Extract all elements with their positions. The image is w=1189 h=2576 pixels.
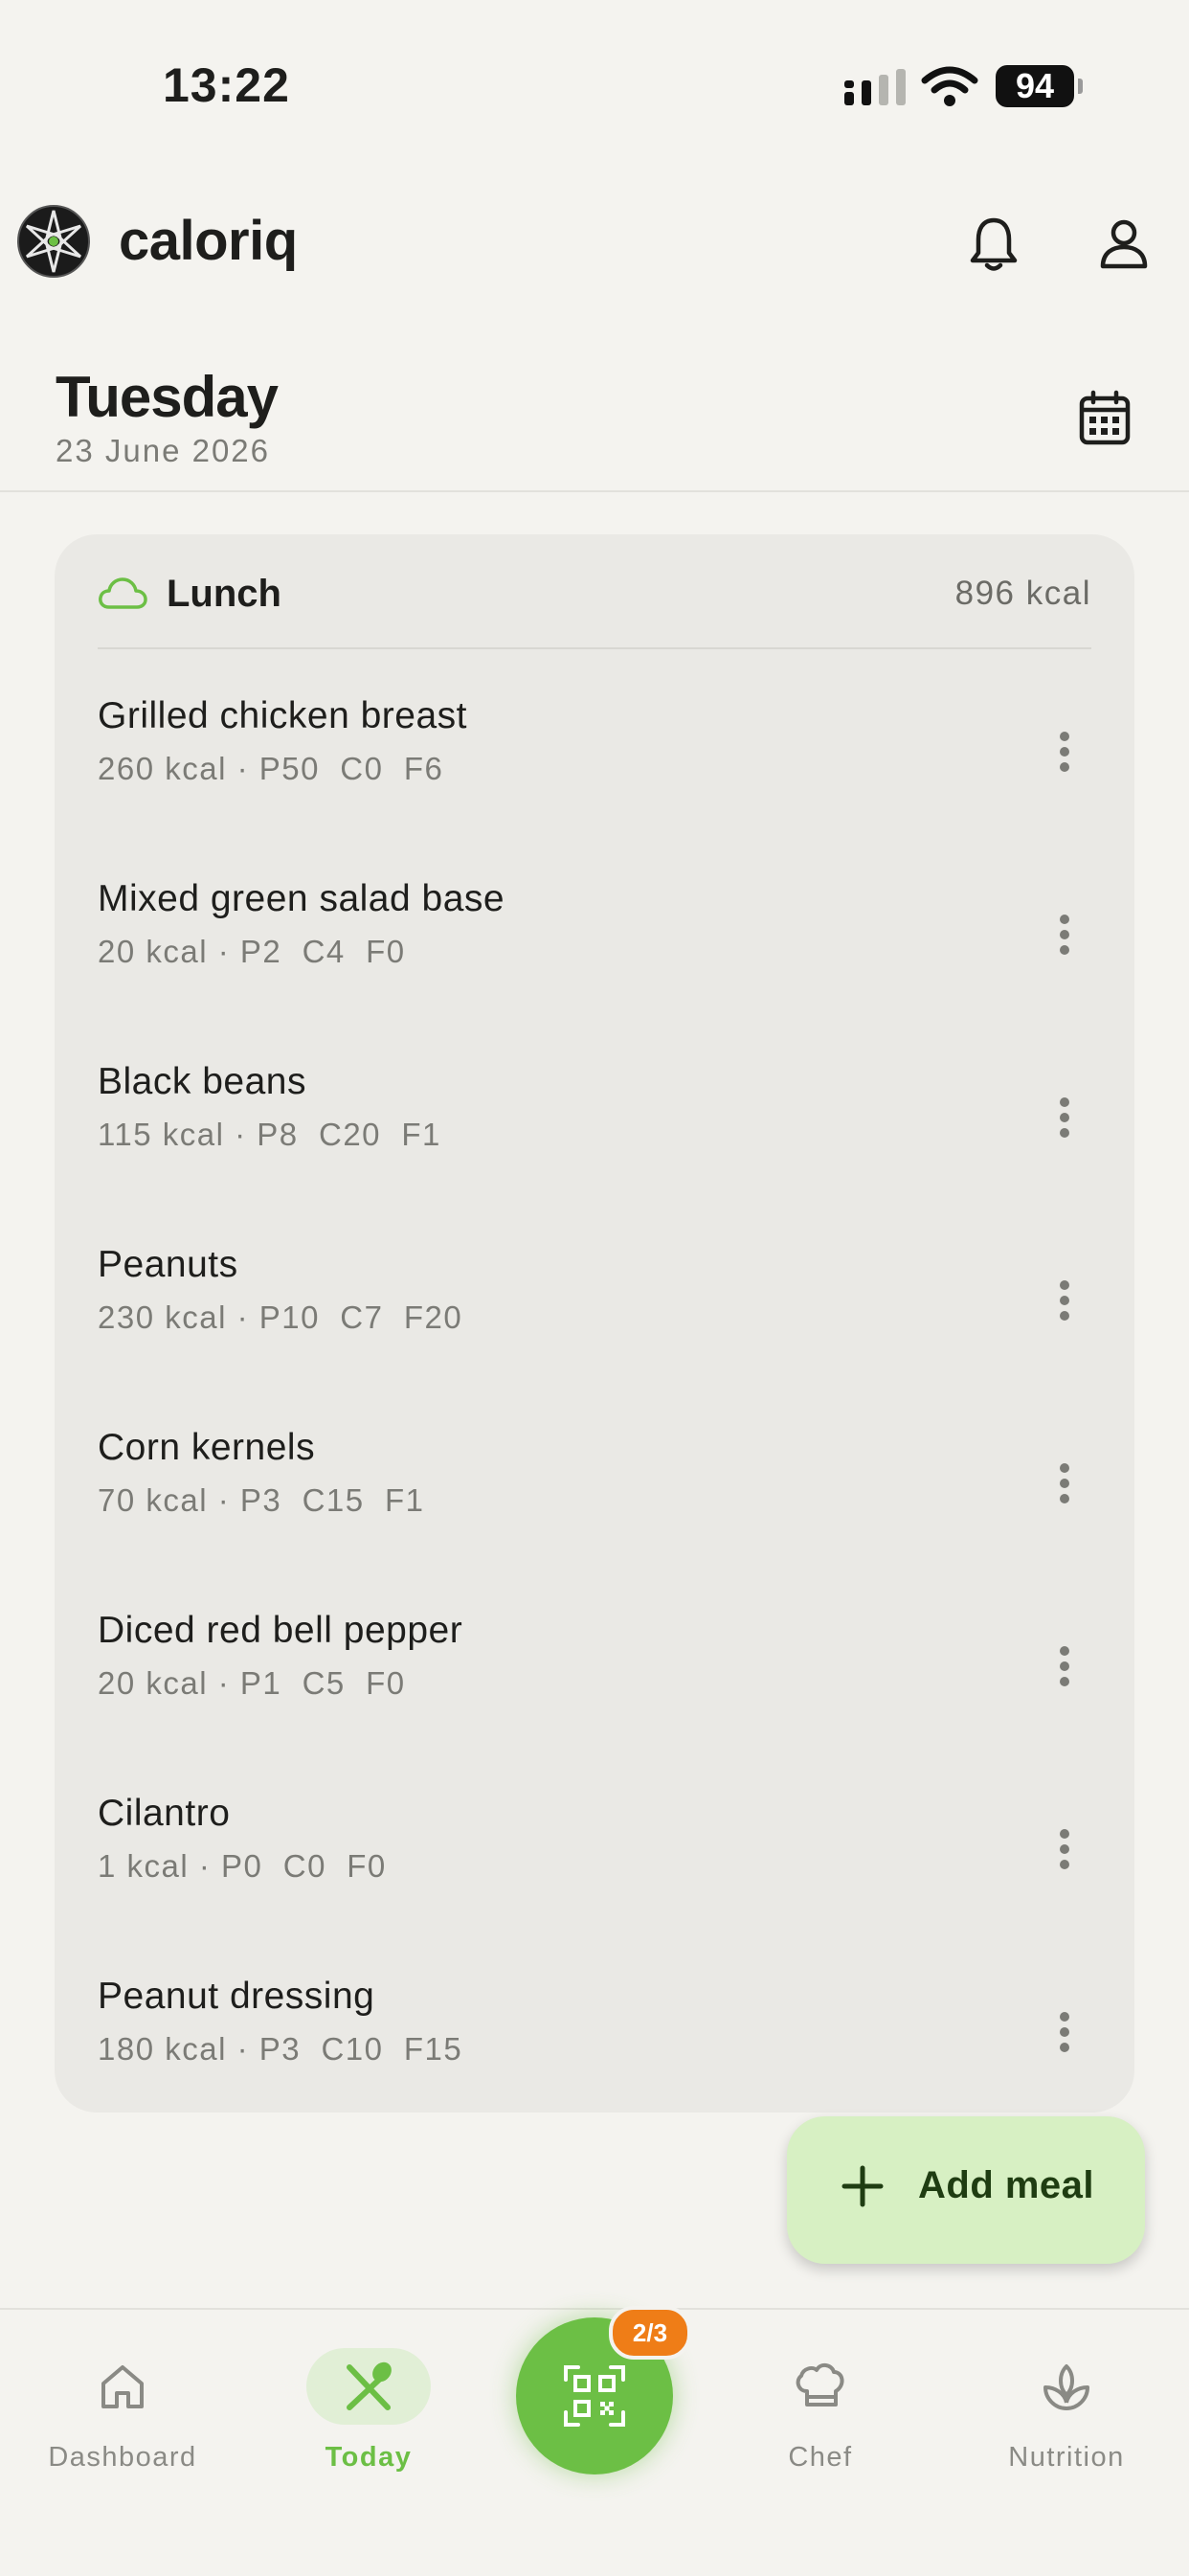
brand-name: caloriq [119, 210, 298, 272]
chef-hat-icon [796, 2363, 844, 2407]
food-item[interactable]: Grilled chicken breast 260 kcal · P50 C0… [98, 695, 1091, 839]
cloud-icon [99, 577, 147, 609]
nav-dashboard[interactable]: Dashboard [8, 2333, 237, 2496]
more-vertical-icon [1060, 732, 1069, 772]
nav-label: Today [325, 2442, 413, 2473]
food-options-button[interactable] [1045, 1633, 1084, 1700]
nav-label: Chef [788, 2442, 853, 2473]
nav-icon-container [60, 2348, 185, 2425]
calendar-button[interactable] [1068, 381, 1141, 454]
logo-icon [17, 205, 90, 278]
food-item[interactable]: Mixed green salad base 20 kcal · P2 C4 F… [98, 878, 1091, 1022]
food-item[interactable]: Peanut dressing 180 kcal · P3 C10 F15 [98, 1976, 1091, 2119]
nav-nutrition[interactable]: Nutrition [952, 2333, 1181, 2496]
meal-total-kcal: 896 kcal [954, 575, 1091, 612]
nav-icon-container [1004, 2348, 1129, 2425]
bell-icon [970, 217, 1018, 271]
meal-name: Lunch [167, 573, 281, 615]
wifi-icon [921, 66, 978, 106]
food-options-button[interactable] [1045, 1267, 1084, 1334]
food-options-button[interactable] [1045, 901, 1084, 968]
food-macros: 20 kcal · P2 C4 F0 [98, 934, 406, 969]
food-name: Cilantro [98, 1793, 231, 1834]
food-name: Diced red bell pepper [98, 1610, 463, 1651]
food-name: Peanuts [98, 1244, 238, 1285]
notifications-button[interactable] [957, 207, 1030, 280]
more-vertical-icon [1060, 1280, 1069, 1321]
meal-header[interactable]: Lunch 896 kcal [98, 571, 1091, 649]
food-options-button[interactable] [1045, 718, 1084, 785]
fork-spoon-icon [347, 2361, 392, 2410]
food-options-button[interactable] [1045, 1084, 1084, 1151]
nav-label: Nutrition [1008, 2442, 1125, 2473]
food-macros: 260 kcal · P50 C0 F6 [98, 751, 444, 786]
food-name: Mixed green salad base [98, 878, 505, 919]
status-time: 13:22 [163, 58, 290, 112]
food-name: Grilled chicken breast [98, 695, 467, 736]
food-macros: 115 kcal · P8 C20 F1 [98, 1117, 441, 1152]
app-header: caloriq [0, 192, 1189, 297]
food-name: Peanut dressing [98, 1976, 375, 2017]
more-vertical-icon [1060, 1829, 1069, 1869]
food-macros: 70 kcal · P3 C15 F1 [98, 1482, 425, 1518]
food-options-button[interactable] [1045, 1999, 1084, 2066]
nav-icon-container [758, 2348, 883, 2425]
calendar-icon [1079, 390, 1131, 445]
food-name: Black beans [98, 1061, 306, 1102]
food-name: Corn kernels [98, 1427, 316, 1468]
user-icon [1100, 219, 1148, 269]
more-vertical-icon [1060, 915, 1069, 955]
date-header: Tuesday 23 June 2026 [56, 364, 279, 469]
home-icon [101, 2365, 144, 2408]
food-options-button[interactable] [1045, 1450, 1084, 1517]
scan-count-badge: 2/3 [609, 2306, 691, 2360]
add-meal-label: Add meal [918, 2164, 1095, 2206]
day-title: Tuesday [56, 365, 279, 429]
nav-chef[interactable]: Chef [706, 2333, 935, 2496]
food-item[interactable]: Corn kernels 70 kcal · P3 C15 F1 [98, 1427, 1091, 1570]
nav-today[interactable]: Today [254, 2333, 483, 2496]
more-vertical-icon [1060, 1097, 1069, 1138]
date-subtitle: 23 June 2026 [56, 433, 271, 468]
add-meal-button[interactable]: Add meal [787, 2116, 1145, 2264]
food-item[interactable]: Peanuts 230 kcal · P10 C7 F20 [98, 1244, 1091, 1388]
food-macros: 230 kcal · P10 C7 F20 [98, 1299, 463, 1335]
cellular-signal-icon [844, 69, 906, 105]
nav-label: Dashboard [48, 2442, 197, 2473]
more-vertical-icon [1060, 1463, 1069, 1503]
profile-button[interactable] [1088, 207, 1160, 280]
header-divider [0, 490, 1189, 492]
food-item[interactable]: Cilantro 1 kcal · P0 C0 F0 [98, 1793, 1091, 1936]
plus-icon [841, 2165, 884, 2207]
battery-indicator: 94 [996, 65, 1083, 107]
food-macros: 20 kcal · P1 C5 F0 [98, 1665, 406, 1701]
food-item[interactable]: Black beans 115 kcal · P8 C20 F1 [98, 1061, 1091, 1205]
more-vertical-icon [1060, 2012, 1069, 2052]
qr-scan-icon [564, 2365, 625, 2427]
status-bar: 13:22 94 [0, 0, 1189, 172]
sprout-icon [1043, 2364, 1089, 2410]
food-macros: 1 kcal · P0 C0 F0 [98, 1848, 387, 1884]
more-vertical-icon [1060, 1646, 1069, 1686]
food-macros: 180 kcal · P3 C10 F15 [98, 2031, 463, 2067]
food-options-button[interactable] [1045, 1816, 1084, 1883]
food-item[interactable]: Diced red bell pepper 20 kcal · P1 C5 F0 [98, 1610, 1091, 1753]
meal-card: Lunch 896 kcal Grilled chicken breast 26… [55, 534, 1134, 2113]
nav-icon-container [306, 2348, 431, 2425]
